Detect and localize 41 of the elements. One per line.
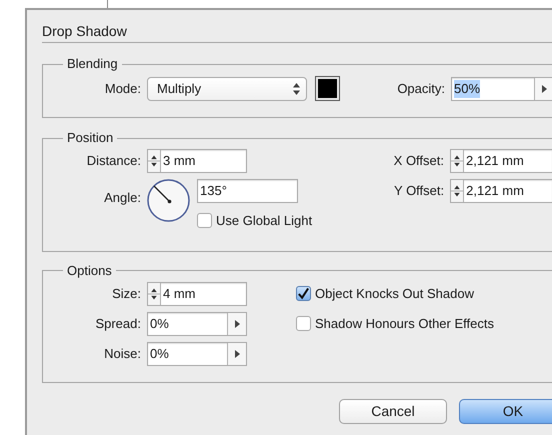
color-swatch[interactable]	[315, 76, 340, 101]
group-title: Options	[66, 262, 113, 278]
group-title: Blending	[66, 56, 119, 72]
field-label: Noise:	[103, 344, 141, 362]
triangle-right-icon	[234, 320, 240, 328]
field-label: Y Offset:	[393, 182, 444, 200]
input-field[interactable]: 0%	[147, 342, 247, 366]
input-field[interactable]: 2,121 mm	[450, 149, 552, 173]
input-field[interactable]: 4 mm	[147, 282, 247, 306]
group-title: Position	[66, 130, 114, 146]
field-label: Opacity:	[396, 80, 445, 98]
menu-arrow-button[interactable]	[227, 342, 246, 364]
field-label: Mode:	[104, 80, 141, 98]
triangle-right-icon	[542, 84, 546, 92]
input-field[interactable]: 2,121 mm	[450, 179, 552, 203]
dialog-title: Drop Shadow	[42, 10, 552, 43]
stepper-icon[interactable]	[148, 282, 161, 304]
field-label: Angle:	[103, 189, 141, 207]
checkmark-icon	[297, 286, 310, 300]
dialog-button[interactable]: Cancel	[339, 398, 447, 424]
stepper-icon[interactable]	[451, 150, 464, 172]
stepper-icon[interactable]	[451, 180, 464, 202]
input-field[interactable]: 3 mm	[147, 149, 247, 173]
updown-caret-icon	[293, 82, 300, 94]
field-label: X Offset:	[392, 152, 444, 170]
triangle-right-icon	[234, 350, 240, 358]
checkbox[interactable]: Object Knocks Out Shadow	[296, 284, 474, 304]
angle-dial[interactable]	[147, 179, 190, 222]
stepper-icon[interactable]	[148, 150, 161, 172]
field-label: Spread:	[94, 314, 141, 333]
menu-arrow-button[interactable]	[534, 78, 552, 100]
mode-dropdown[interactable]: Multiply	[147, 76, 307, 100]
dialog-button[interactable]: OK	[459, 398, 552, 424]
checkbox[interactable]: Shadow Honours Other Effects	[296, 314, 494, 334]
field-label: Distance:	[86, 152, 141, 170]
menu-arrow-button[interactable]	[227, 312, 246, 334]
input-field[interactable]: 50%	[451, 76, 552, 100]
input-field[interactable]: 135°	[197, 179, 298, 203]
field-label: Size:	[111, 284, 141, 302]
checkbox[interactable]: Use Global Light	[197, 211, 312, 230]
input-field[interactable]: 0%	[147, 312, 247, 336]
